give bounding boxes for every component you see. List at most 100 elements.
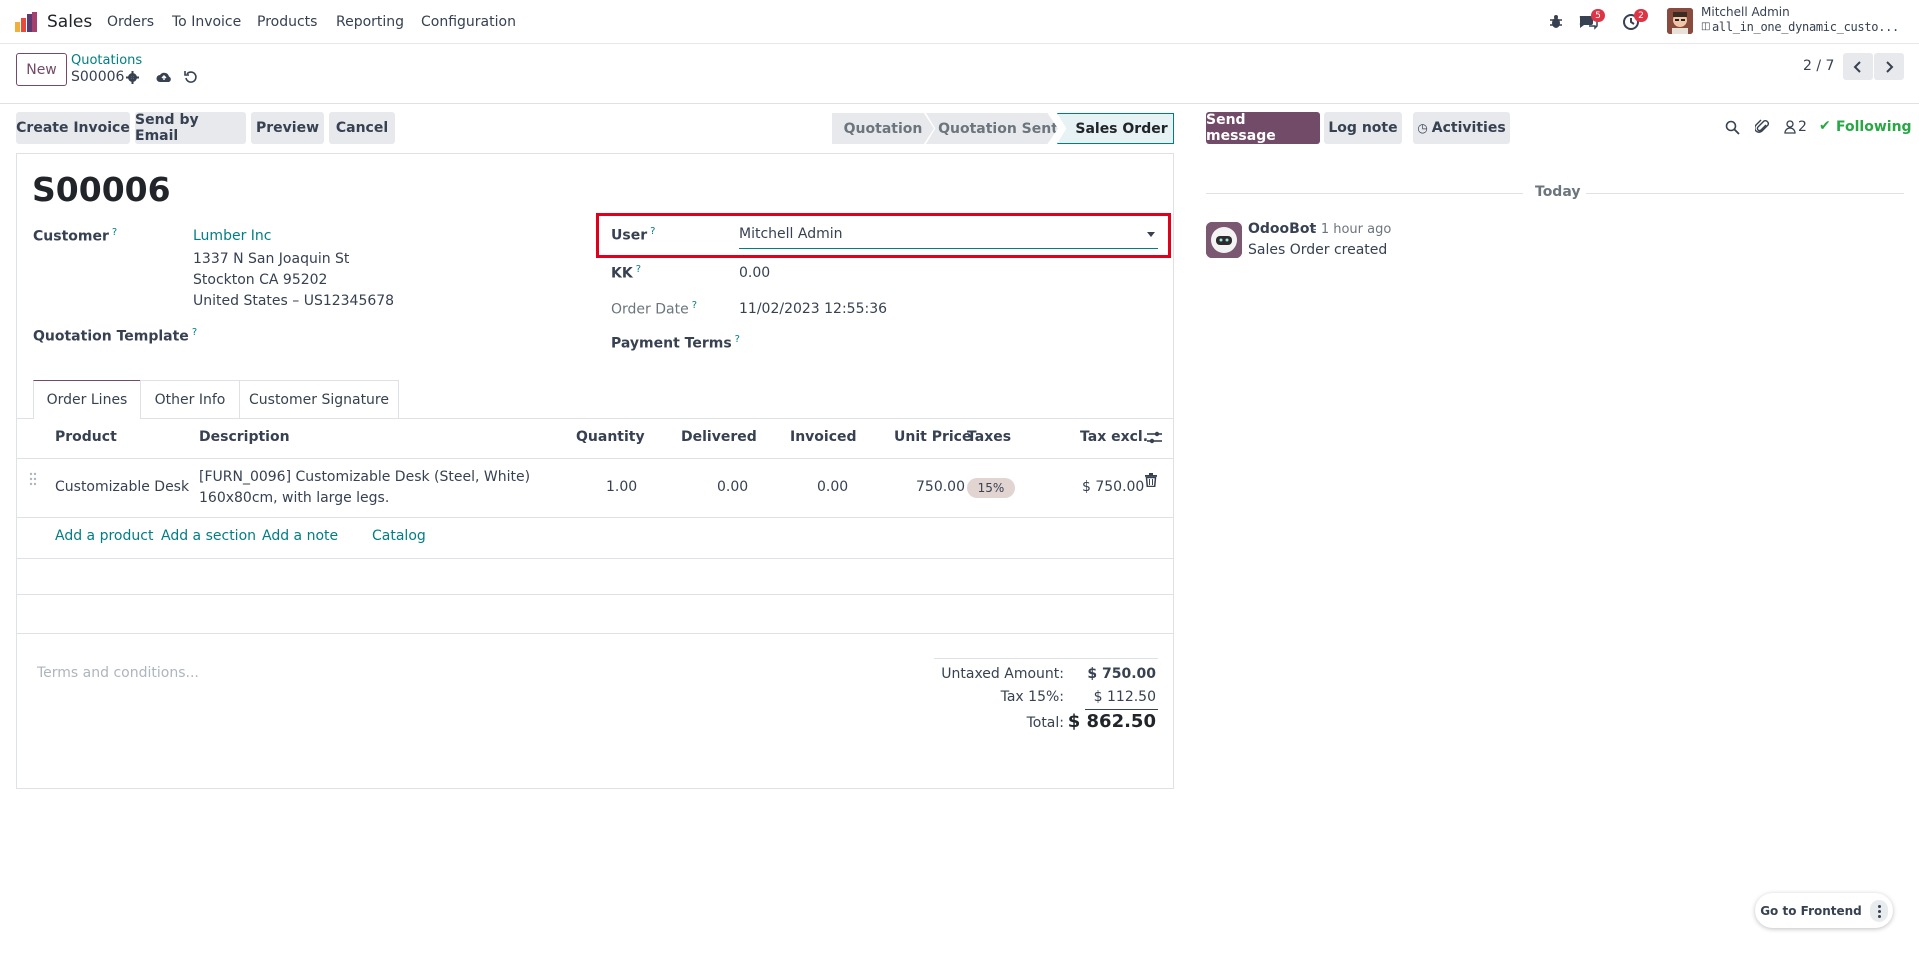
quotation-template-label: Quotation Template? bbox=[33, 327, 197, 345]
sales-app-icon[interactable] bbox=[15, 12, 37, 32]
gear-icon[interactable] bbox=[126, 71, 139, 84]
row-description-line-2[interactable]: 160x80cm, with large legs. bbox=[199, 490, 389, 506]
untaxed-label: Untaxed Amount: bbox=[941, 666, 1064, 682]
menu-to-invoice[interactable]: To Invoice bbox=[172, 14, 241, 30]
create-invoice-button[interactable]: Create Invoice bbox=[16, 112, 130, 144]
col-invoiced[interactable]: Invoiced bbox=[790, 429, 857, 445]
clock-icon: ◷ bbox=[1417, 121, 1428, 135]
address-line-1: 1337 N San Joaquin St bbox=[193, 251, 350, 267]
row-unit-price[interactable]: 750.00 bbox=[916, 479, 965, 495]
activities-label: Activities bbox=[1431, 120, 1506, 136]
kk-value[interactable]: 0.00 bbox=[739, 265, 770, 281]
preview-button[interactable]: Preview bbox=[251, 112, 324, 144]
help-mark[interactable]: ? bbox=[112, 227, 117, 238]
user-select[interactable]: Mitchell Admin bbox=[739, 226, 1158, 249]
stage-sales-order[interactable]: Sales Order bbox=[1057, 113, 1174, 144]
row-product[interactable]: Customizable Desk bbox=[55, 479, 189, 495]
col-description[interactable]: Description bbox=[199, 429, 290, 445]
address-line-3: United States – US12345678 bbox=[193, 293, 395, 309]
payment-terms-label-text: Payment Terms bbox=[611, 335, 732, 352]
stage-quotation[interactable]: Quotation bbox=[832, 113, 934, 144]
go-to-frontend-button[interactable]: Go to Frontend bbox=[1759, 899, 1863, 922]
tax-value: $ 112.50 bbox=[1093, 689, 1156, 705]
cancel-button[interactable]: Cancel bbox=[329, 112, 395, 144]
discard-icon[interactable] bbox=[184, 70, 198, 84]
breadcrumb-quotations[interactable]: Quotations bbox=[71, 53, 142, 68]
followers-count[interactable]: 2 bbox=[1798, 119, 1807, 135]
row-invoiced[interactable]: 0.00 bbox=[817, 479, 848, 495]
col-product[interactable]: Product bbox=[55, 429, 117, 445]
paperclip-icon[interactable] bbox=[1754, 119, 1770, 135]
add-section-link[interactable]: Add a section bbox=[161, 528, 256, 544]
followers-icon[interactable] bbox=[1784, 120, 1796, 134]
totals-top-divider bbox=[934, 658, 1158, 659]
tab-customer-signature[interactable]: Customer Signature bbox=[239, 380, 399, 419]
menu-orders[interactable]: Orders bbox=[107, 14, 154, 30]
cloud-save-icon[interactable] bbox=[156, 70, 172, 84]
col-quantity[interactable]: Quantity bbox=[576, 429, 645, 445]
catalog-link[interactable]: Catalog bbox=[372, 528, 426, 544]
activities-button[interactable]: ◷ Activities bbox=[1413, 112, 1510, 144]
empty-row bbox=[16, 559, 1174, 595]
record-name: S00006 bbox=[71, 69, 125, 85]
send-message-button[interactable]: Send message bbox=[1206, 112, 1320, 144]
record-title: S00006 bbox=[32, 170, 171, 209]
order-date-value[interactable]: 11/02/2023 12:55:36 bbox=[739, 301, 887, 317]
stage-quotation-sent[interactable]: Quotation Sent bbox=[926, 113, 1058, 144]
log-note-button[interactable]: Log note bbox=[1324, 112, 1402, 144]
help-mark[interactable]: ? bbox=[636, 264, 641, 275]
user-avatar[interactable] bbox=[1667, 8, 1693, 34]
payment-terms-label: Payment Terms? bbox=[611, 334, 740, 352]
customer-name-link[interactable]: Lumber Inc bbox=[193, 228, 271, 244]
menu-reporting[interactable]: Reporting bbox=[336, 14, 404, 30]
col-taxes[interactable]: Taxes bbox=[967, 429, 1011, 445]
help-mark[interactable]: ? bbox=[192, 327, 197, 338]
search-icon[interactable] bbox=[1725, 120, 1740, 135]
optional-columns-icon[interactable] bbox=[1147, 431, 1162, 444]
odoobot-avatar[interactable] bbox=[1206, 222, 1242, 258]
col-tax-excl[interactable]: Tax excl. bbox=[1080, 429, 1148, 445]
add-product-link[interactable]: Add a product bbox=[55, 528, 153, 544]
following-label[interactable]: Following bbox=[1836, 119, 1912, 135]
top-navbar: Sales Orders To Invoice Products Reporti… bbox=[0, 0, 1919, 44]
chevron-right-icon bbox=[1886, 60, 1894, 73]
tab-other-info[interactable]: Other Info bbox=[140, 380, 240, 419]
row-quantity[interactable]: 1.00 bbox=[606, 479, 637, 495]
pager-next-button[interactable] bbox=[1874, 53, 1904, 80]
customer-label-text: Customer bbox=[33, 228, 109, 245]
message-author[interactable]: OdooBot bbox=[1248, 221, 1316, 237]
new-button[interactable]: New bbox=[16, 53, 67, 86]
debug-icon[interactable] bbox=[1548, 14, 1564, 30]
database-icon: ◫ bbox=[1701, 21, 1711, 32]
menu-configuration[interactable]: Configuration bbox=[421, 14, 516, 30]
total-value: $ 862.50 bbox=[1067, 711, 1156, 732]
row-subtotal: $ 750.00 bbox=[1082, 479, 1145, 495]
total-label: Total: bbox=[1026, 715, 1064, 731]
caret-down-icon[interactable] bbox=[1147, 232, 1155, 237]
row-delivered[interactable]: 0.00 bbox=[717, 479, 748, 495]
tab-order-lines[interactable]: Order Lines bbox=[33, 380, 141, 419]
more-options-icon[interactable] bbox=[1870, 900, 1888, 922]
message-body: Sales Order created bbox=[1248, 242, 1388, 258]
send-by-email-button[interactable]: Send by Email bbox=[135, 112, 246, 144]
quotation-template-label-text: Quotation Template bbox=[33, 328, 189, 345]
drag-handle-icon[interactable] bbox=[29, 472, 37, 486]
help-mark[interactable]: ? bbox=[735, 334, 740, 345]
user-select-value: Mitchell Admin bbox=[739, 226, 843, 242]
app-name[interactable]: Sales bbox=[47, 12, 92, 32]
terms-placeholder[interactable]: Terms and conditions... bbox=[37, 665, 199, 681]
row-tax-badge[interactable]: 15% bbox=[967, 478, 1015, 498]
col-delivered[interactable]: Delivered bbox=[681, 429, 757, 445]
pager-value[interactable]: 2 / 7 bbox=[1803, 58, 1834, 74]
user-name[interactable]: Mitchell Admin bbox=[1701, 5, 1790, 19]
help-mark[interactable]: ? bbox=[692, 300, 697, 311]
help-mark[interactable]: ? bbox=[650, 226, 655, 237]
trash-icon[interactable] bbox=[1145, 473, 1157, 488]
untaxed-value: $ 750.00 bbox=[1087, 666, 1156, 682]
pager-previous-button[interactable] bbox=[1843, 53, 1873, 80]
add-note-link[interactable]: Add a note bbox=[262, 528, 338, 544]
total-divider bbox=[1085, 709, 1158, 710]
menu-products[interactable]: Products bbox=[257, 14, 317, 30]
col-unit-price[interactable]: Unit Price bbox=[894, 429, 971, 445]
row-description-line-1[interactable]: [FURN_0096] Customizable Desk (Steel, Wh… bbox=[199, 469, 530, 485]
